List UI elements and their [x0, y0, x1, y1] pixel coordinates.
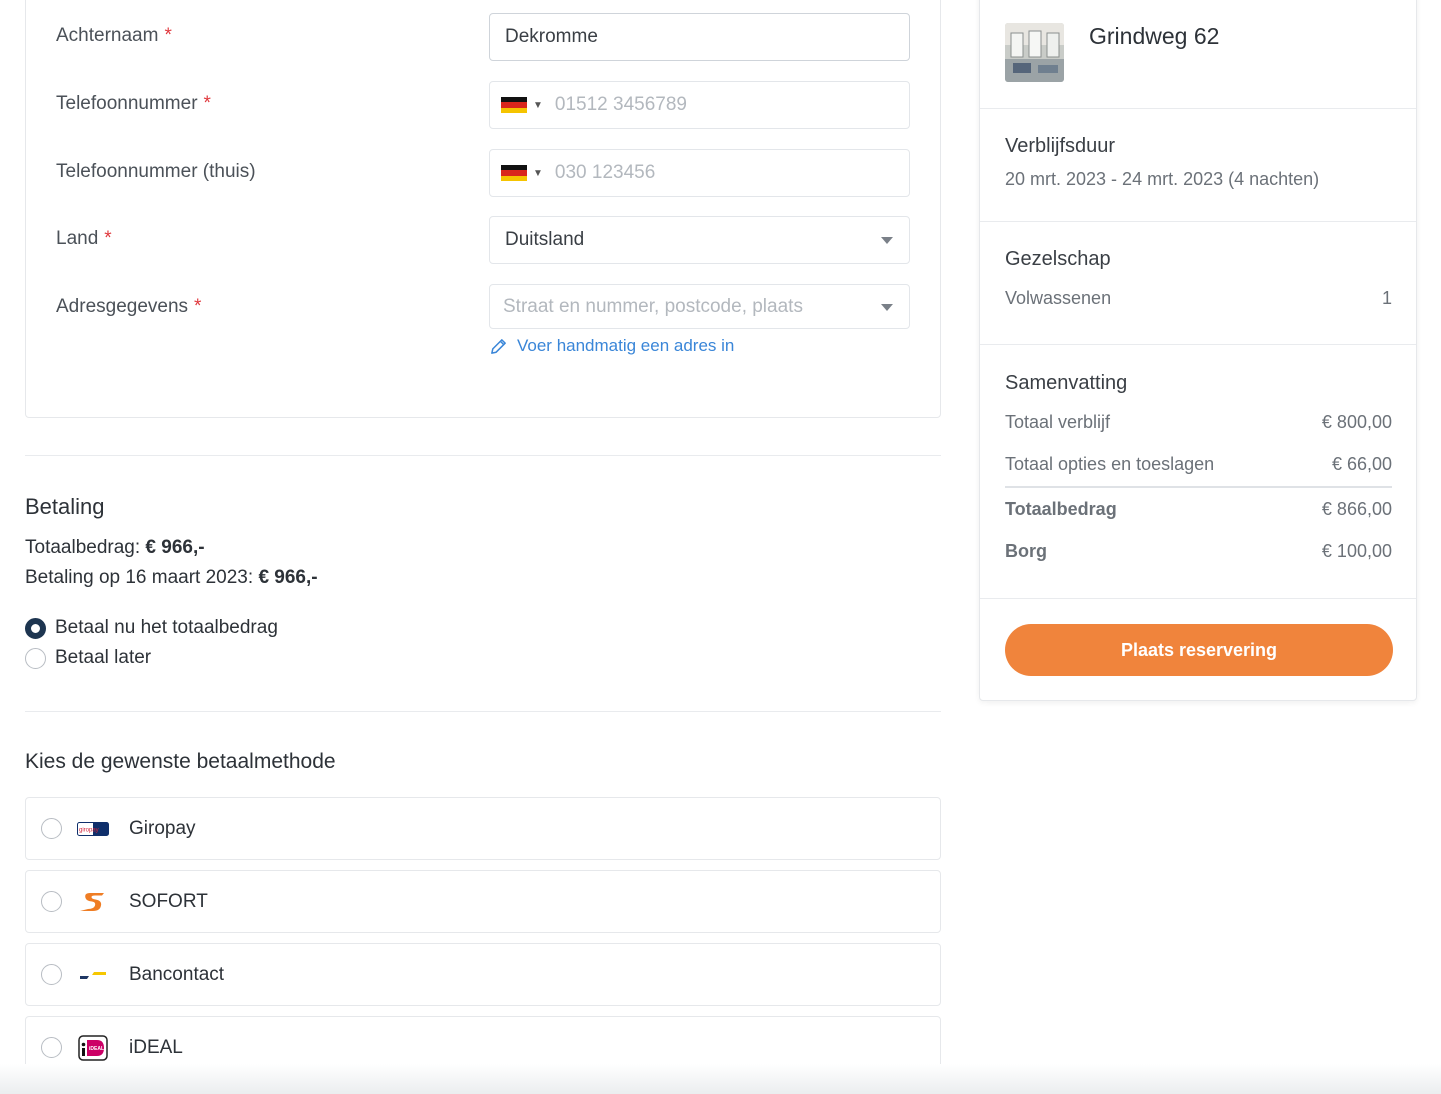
pay-later-option[interactable]: Betaal later: [25, 647, 151, 669]
svg-text:iDEAL: iDEAL: [89, 1046, 104, 1052]
bancontact-radio[interactable]: [41, 964, 62, 985]
section-divider: [980, 108, 1416, 109]
pay-now-radio[interactable]: [25, 617, 46, 639]
options-total-row: Totaal opties en toeslagen € 66,00: [1005, 454, 1392, 474]
sofort-radio[interactable]: [41, 891, 62, 912]
stay-duration-title: Verblijfsduur: [1005, 135, 1116, 157]
chevron-down-icon: [881, 237, 893, 244]
giropay-icon: giropay: [76, 815, 110, 843]
sofort-icon: [76, 888, 110, 916]
manual-address-link[interactable]: Voer handmatig een adres in: [489, 336, 734, 356]
payment-method-title: Kies de gewenste betaalmethode: [25, 750, 336, 773]
country-label: Land *: [56, 228, 112, 249]
caret-down-icon[interactable]: ▼: [533, 168, 543, 179]
germany-flag-icon[interactable]: [501, 97, 527, 113]
section-divider: [980, 344, 1416, 345]
payment-title: Betaling: [25, 494, 105, 519]
phone-label: Telefoonnummer *: [56, 93, 211, 114]
svg-text:giropay: giropay: [79, 827, 99, 833]
section-divider: [980, 221, 1416, 222]
phone-placeholder: 01512 3456789: [554, 94, 687, 115]
home-phone-input[interactable]: ▼ 030 123456: [489, 149, 910, 197]
country-select[interactable]: Duitsland: [489, 216, 910, 264]
pay-now-option[interactable]: Betaal nu het totaalbedrag: [25, 617, 278, 639]
bancontact-icon: [76, 961, 110, 989]
ideal-icon: iDEAL: [76, 1034, 110, 1062]
last-name-label: Achternaam *: [56, 25, 172, 46]
adults-row: Volwassenen 1: [1005, 288, 1392, 308]
deposit-row: Borg € 100,00: [1005, 541, 1392, 561]
home-phone-label: Telefoonnummer (thuis): [56, 161, 256, 182]
country-value: Duitsland: [505, 229, 585, 250]
stay-total-row: Totaal verblijf € 800,00: [1005, 412, 1392, 432]
last-name-input[interactable]: Dekromme: [489, 13, 910, 61]
home-phone-placeholder: 030 123456: [554, 162, 656, 183]
total-separator: [1005, 486, 1392, 488]
property-name: Grindweg 62: [1089, 23, 1220, 49]
scroll-fade: [0, 1064, 1441, 1094]
caret-down-icon[interactable]: ▼: [533, 100, 543, 111]
party-title: Gezelschap: [1005, 248, 1111, 270]
section-divider: [25, 711, 941, 712]
payment-due: Betaling op 16 maart 2023: € 966,-: [25, 567, 318, 588]
stay-dates: 20 mrt. 2023 - 24 mrt. 2023 (4 nachten): [1005, 169, 1320, 189]
payment-total: Totaalbedrag: € 966,-: [25, 537, 205, 558]
summary-title: Samenvatting: [1005, 372, 1128, 394]
property-thumbnail: [1005, 23, 1064, 82]
payment-method-sofort[interactable]: SOFORT: [25, 870, 941, 933]
payment-method-giropay[interactable]: giropay Giropay: [25, 797, 941, 860]
contact-form-card: [25, 0, 941, 418]
phone-input[interactable]: ▼ 01512 3456789: [489, 81, 910, 129]
pay-later-radio[interactable]: [25, 647, 46, 669]
pencil-icon: [491, 338, 506, 354]
last-name-value: Dekromme: [505, 26, 598, 47]
section-divider: [25, 455, 941, 456]
section-divider: [980, 598, 1416, 599]
payment-method-bancontact[interactable]: Bancontact: [25, 943, 941, 1006]
place-reservation-button[interactable]: Plaats reservering: [1005, 624, 1393, 676]
ideal-radio[interactable]: [41, 1037, 62, 1058]
address-search-select[interactable]: Straat en nummer, postcode, plaats: [489, 284, 910, 329]
grand-total-row: Totaalbedrag € 866,00: [1005, 499, 1392, 519]
giropay-radio[interactable]: [41, 818, 62, 839]
chevron-down-icon: [881, 303, 893, 311]
germany-flag-icon[interactable]: [501, 165, 527, 181]
address-label: Adresgegevens *: [56, 296, 202, 317]
address-placeholder: Straat en nummer, postcode, plaats: [503, 295, 803, 317]
booking-summary-panel: Grindweg 62 Verblijfsduur 20 mrt. 2023 -…: [979, 0, 1417, 701]
